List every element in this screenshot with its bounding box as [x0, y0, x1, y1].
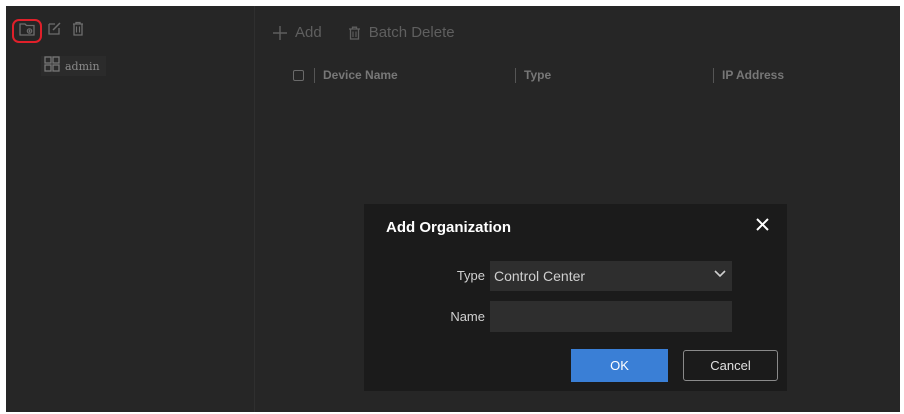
add-label: Add: [295, 24, 322, 41]
name-input[interactable]: [490, 301, 732, 332]
plus-icon: [273, 25, 287, 40]
tree-toolbar: [12, 19, 91, 43]
column-divider: [515, 67, 516, 83]
add-organization-button[interactable]: [12, 19, 42, 43]
batch-delete-button[interactable]: Batch Delete: [348, 24, 455, 41]
delete-icon: [348, 26, 361, 40]
edit-icon: [47, 21, 62, 41]
column-header-device-name[interactable]: Device Name: [323, 68, 515, 82]
add-folder-icon: [19, 22, 35, 41]
delete-organization-button[interactable]: [67, 20, 89, 42]
delete-icon: [71, 21, 85, 41]
dialog-title: Add Organization: [386, 219, 511, 236]
column-divider: [314, 67, 315, 83]
column-header-type[interactable]: Type: [524, 68, 713, 82]
type-select-value: Control Center: [494, 268, 586, 284]
chevron-down-icon: [714, 270, 726, 278]
select-all-checkbox[interactable]: [293, 69, 304, 81]
add-organization-dialog: Add Organization Type Control Center Nam…: [364, 204, 787, 391]
organization-icon: [44, 55, 60, 77]
close-icon: [755, 218, 769, 236]
column-divider: [713, 67, 714, 83]
column-header-ip-address[interactable]: IP Address: [722, 68, 784, 82]
tree-item-admin[interactable]: admin: [41, 55, 106, 77]
cancel-button[interactable]: Cancel: [683, 350, 778, 381]
close-button[interactable]: [751, 216, 773, 238]
app-window: admin Add Batch Delete Device Name Type …: [6, 6, 900, 412]
ok-button[interactable]: OK: [571, 349, 668, 382]
type-label: Type: [456, 268, 485, 283]
name-label: Name: [450, 309, 485, 324]
device-toolbar: Add Batch Delete: [273, 24, 481, 41]
batch-delete-label: Batch Delete: [368, 24, 455, 41]
add-button[interactable]: Add: [273, 24, 322, 41]
edit-organization-button[interactable]: [43, 20, 65, 42]
device-table-header: Device Name Type IP Address: [293, 66, 900, 84]
tree-item-label: admin: [65, 59, 100, 73]
organization-tree-panel: admin: [6, 6, 255, 412]
type-select[interactable]: Control Center: [490, 261, 732, 291]
